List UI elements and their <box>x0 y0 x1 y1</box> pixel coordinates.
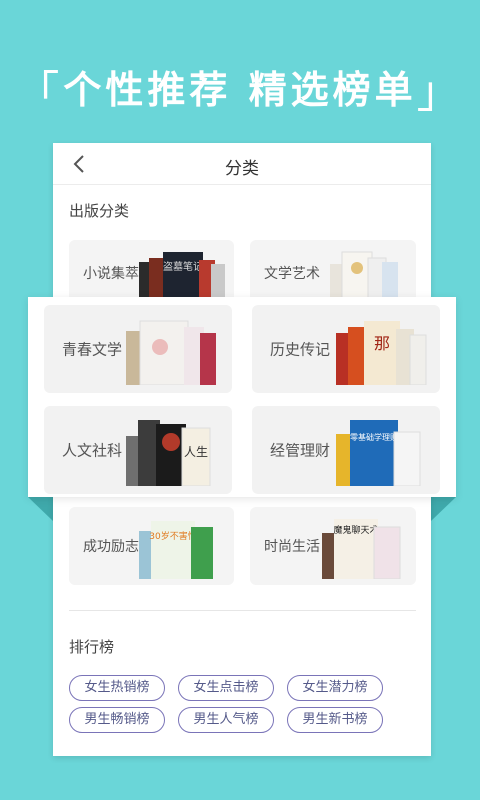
rank-chip-male-popular[interactable]: 男生人气榜 <box>178 707 274 733</box>
book-covers-image: 魔鬼聊天术 <box>322 519 401 579</box>
nav-bar: 分类 <box>53 143 431 185</box>
category-label: 小说集萃 <box>83 266 139 282</box>
rank-chip-male-bestseller[interactable]: 男生畅销榜 <box>69 707 165 733</box>
book-covers-image: 盗墓笔记 <box>139 252 225 300</box>
publish-section-title: 出版分类 <box>69 202 130 220</box>
book-covers-image: 那 <box>336 321 427 385</box>
ranking-section-title: 排行榜 <box>69 638 115 656</box>
rank-chip-female-bestseller[interactable]: 女生热销榜 <box>69 675 165 701</box>
category-label: 人文社科 <box>62 441 123 460</box>
svg-text:人生: 人生 <box>184 445 208 459</box>
section-divider <box>69 610 416 611</box>
promo-headline: 「个性推荐 精选榜单」 <box>0 52 480 118</box>
category-label: 历史传记 <box>270 340 331 359</box>
category-label: 经管理财 <box>270 441 331 460</box>
page-title: 分类 <box>225 159 259 179</box>
rank-chip-female-potential[interactable]: 女生潜力榜 <box>287 675 383 701</box>
novel-cover-title: 盗墓笔记 <box>163 260 203 273</box>
category-tile-econ-finance[interactable]: 经管理财 零基础学理财 <box>252 406 440 494</box>
close-bracket: 」 <box>416 67 465 118</box>
book-covers-image: 30岁不害怕 <box>139 521 213 579</box>
econ-cover-title: 零基础学理财 <box>350 432 398 442</box>
category-tile-history[interactable]: 历史传记 那 <box>252 305 440 393</box>
rank-chip-female-clicks[interactable]: 女生点击榜 <box>178 675 274 701</box>
category-tile-humanities[interactable]: 人文社科 人生 <box>44 406 232 494</box>
category-tile-success[interactable]: 成功励志 30岁不害怕 <box>69 507 234 585</box>
book-covers-image: 人生 <box>126 420 211 486</box>
category-label: 文学艺术 <box>264 266 320 282</box>
category-label: 成功励志 <box>83 539 139 555</box>
rank-chip-male-new[interactable]: 男生新书榜 <box>287 707 383 733</box>
category-tile-youth[interactable]: 青春文学 <box>44 305 232 393</box>
open-bracket: 「 <box>15 67 64 118</box>
ribbon-fold-right <box>431 497 456 521</box>
book-covers-image: 零基础学理财 <box>336 420 421 486</box>
svg-text:那: 那 <box>374 334 390 353</box>
fashion-cover-title: 魔鬼聊天术 <box>333 524 378 536</box>
category-label: 青春文学 <box>62 340 123 359</box>
ribbon-fold-left <box>28 497 53 521</box>
success-cover-title: 30岁不害怕 <box>149 530 196 542</box>
category-tile-fashion[interactable]: 时尚生活 魔鬼聊天术 <box>250 507 416 585</box>
book-covers-image <box>330 251 398 300</box>
category-label: 时尚生活 <box>264 539 320 555</box>
book-covers-image <box>126 320 216 385</box>
headline-text: 个性推荐 精选榜单 <box>63 68 417 112</box>
